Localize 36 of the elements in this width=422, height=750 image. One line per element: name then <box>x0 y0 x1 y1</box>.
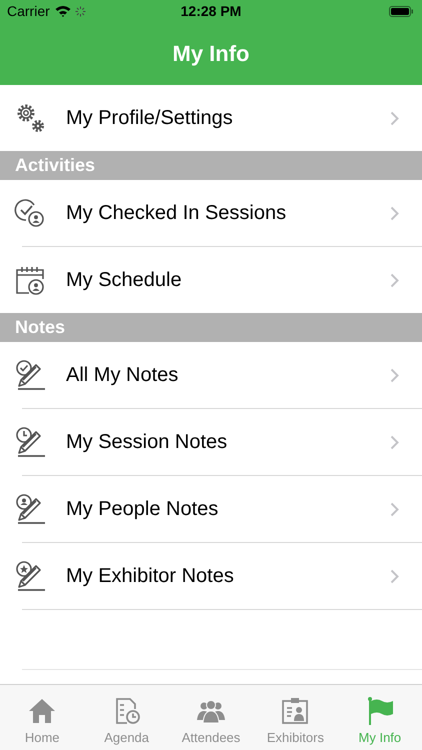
check-person-icon <box>14 197 46 229</box>
note-pencil-icon <box>14 426 46 458</box>
calendar-person-icon <box>14 264 46 296</box>
menu-row[interactable]: My Session Notes <box>0 409 422 475</box>
menu-row[interactable]: My Checked In Sessions <box>0 180 422 246</box>
chevron-icon <box>390 434 399 450</box>
note-pencil-icon <box>14 560 46 592</box>
nav-title: My Info <box>172 40 250 68</box>
menu-row[interactable]: My Exhibitor Notes <box>0 543 422 609</box>
battery-icon <box>389 6 413 16</box>
row-label: My Session Notes <box>66 430 228 455</box>
row-label: My People Notes <box>66 497 220 522</box>
row-label: My Exhibitor Notes <box>66 564 235 589</box>
menu-row[interactable]: My Profile/Settings <box>0 85 422 151</box>
activity-spinner-icon <box>74 6 86 16</box>
note-pencil-icon <box>14 493 46 525</box>
chevron-icon <box>390 110 399 126</box>
menu-row[interactable]: All My Notes <box>0 342 422 408</box>
row-label: My Checked In Sessions <box>66 201 288 226</box>
chevron-icon <box>390 272 399 288</box>
badge-icon <box>280 696 310 726</box>
note-pencil-icon <box>14 359 46 391</box>
row-label: My Profile/Settings <box>66 106 234 131</box>
section-header: Notes <box>0 313 422 342</box>
chevron-icon <box>390 368 399 382</box>
section-header: Activities <box>0 151 422 180</box>
row-label: My Schedule <box>66 268 183 293</box>
wifi-icon <box>54 5 71 17</box>
status-time: 12:28 PM <box>180 2 242 20</box>
menu-row[interactable]: My Schedule <box>0 247 422 313</box>
row-label: All My Notes <box>66 363 180 388</box>
chevron-icon <box>390 206 399 220</box>
chevron-icon <box>390 568 399 584</box>
chevron-icon <box>390 502 399 516</box>
carrier-label: Carrier <box>7 2 50 20</box>
menu-row[interactable]: My People Notes <box>0 476 422 542</box>
